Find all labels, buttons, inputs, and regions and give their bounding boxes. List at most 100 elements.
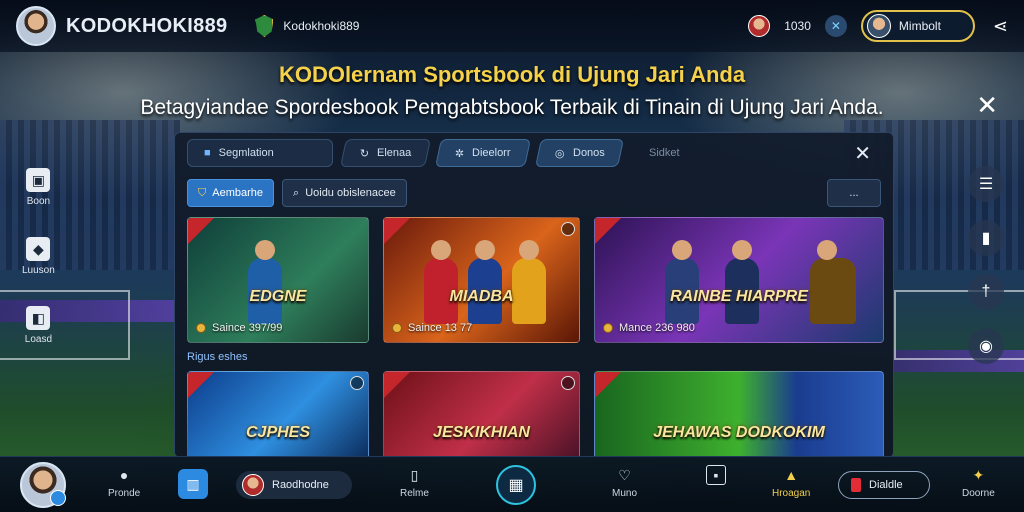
pill-avatar-icon: [242, 474, 264, 496]
phone-icon: ▯: [410, 466, 419, 483]
bottom-item-hroagan[interactable]: ▲ Hroagan: [772, 465, 810, 499]
user-name: Mimbolt: [898, 19, 941, 33]
menu-grid-button[interactable]: ▦: [496, 465, 536, 505]
page-subtitle: Betagyiandae Spordesbook Pemgabtsbook Te…: [140, 96, 884, 119]
deposit-label: Dialdle: [869, 479, 903, 491]
filter-label: Aembarhe: [212, 187, 264, 199]
user-profile-button[interactable]: Mimbolt: [860, 10, 975, 42]
game-card[interactable]: CJPHES: [187, 371, 369, 457]
tab-sidket[interactable]: Sidket: [629, 139, 700, 167]
close-icon[interactable]: ✕: [976, 90, 998, 121]
page-title: KODOlernam Sportsbook di Ujung Jari Anda: [278, 62, 746, 87]
coin-icon: [196, 323, 206, 333]
bottom-nav: ● Pronde ▥ Raodhodne ▯ Relme ▦ ♡ Muno ▪ …: [0, 456, 1024, 512]
panel-tabs: ■ Segmlation ↻ Elenaa ✲ Dieelorr ◎ Donos…: [175, 133, 893, 173]
game-title: JESKIKHIAN: [433, 424, 530, 441]
bottom-item-muno[interactable]: ♡ Muno: [612, 465, 638, 500]
hot-badge-icon: [188, 218, 214, 244]
refresh-icon: ↻: [360, 147, 370, 160]
more-icon: ...: [849, 187, 859, 199]
game-title: JEHAWAS DODKOKIM: [653, 424, 825, 441]
grid-icon: ▦: [508, 477, 524, 494]
hot-badge-icon: [384, 218, 410, 244]
side-item-label: Luuson: [22, 265, 55, 276]
top-bar: KODOKHOKI889 Kodokhoki889 1030 ✕ Mimbolt…: [0, 0, 1024, 52]
goal-right: [894, 290, 1024, 360]
game-title: MIADBA: [449, 288, 514, 305]
bottom-item-label: Muno: [612, 488, 638, 499]
hot-badge-icon: [384, 372, 410, 398]
gear-icon: ✲: [455, 147, 465, 160]
section-label: Rigus eshes: [187, 351, 248, 363]
hot-badge-icon: [595, 372, 621, 398]
puzzle-icon: ◆: [26, 237, 51, 261]
game-title: EDGNE: [249, 288, 307, 305]
bottom-user-pill[interactable]: Raodhodne: [236, 471, 352, 499]
bottom-item-box[interactable]: ▪: [706, 465, 726, 488]
bottom-item-relme[interactable]: ▯ Relme: [400, 465, 429, 500]
tab-label: Donos: [572, 147, 605, 159]
left-side-nav: ▣ Boon ◆ Luuson ◧ Loasd: [22, 168, 55, 345]
bottom-item-label: Relme: [400, 488, 429, 499]
coin-balance: 1030: [784, 19, 811, 33]
brand-small-title[interactable]: Kodokhoki889: [283, 19, 359, 33]
star-icon: ✦: [972, 466, 985, 483]
cube-icon: ◧: [26, 306, 51, 330]
menu-icon[interactable]: ☰: [968, 166, 1004, 202]
game-card[interactable]: JESKIKHIAN: [383, 371, 580, 457]
share-icon[interactable]: ⋖: [993, 16, 1008, 37]
tab-dieelorr[interactable]: ✲ Dieelorr: [435, 139, 532, 167]
settings-badge-icon: [350, 376, 364, 390]
pin-icon[interactable]: †: [968, 274, 1004, 310]
avatar[interactable]: [16, 6, 56, 46]
bottom-item-profile[interactable]: ● Pronde: [108, 465, 140, 499]
user-avatar-icon: [866, 14, 891, 38]
tab-label: Sidket: [648, 147, 680, 159]
home-button[interactable]: ▥: [178, 469, 208, 499]
search-filter-button[interactable]: ⌕ Uoidu obislenacee: [282, 179, 407, 207]
wallet-icon: [851, 478, 861, 492]
coin-avatar-icon: [748, 15, 771, 37]
game-card[interactable]: JEHAWAS DODKOKIM: [594, 371, 884, 457]
search-icon: ⌕: [293, 186, 300, 199]
tab-segmlation[interactable]: ■ Segmlation: [187, 139, 333, 167]
game-card[interactable]: MIADBA Saince 13 77: [383, 217, 580, 343]
tab-label: Elenaa: [377, 147, 412, 159]
home-icon: ▥: [186, 475, 200, 492]
panel-close-icon[interactable]: ✕: [854, 141, 881, 166]
side-item-label: Boon: [26, 196, 51, 207]
deposit-button[interactable]: Dialdle: [838, 471, 930, 499]
shield-icon: ⛉: [198, 186, 207, 199]
hot-badge-icon: [595, 218, 621, 244]
coin-icon: [603, 323, 613, 333]
game-title: RAINBE HIARPRE: [670, 288, 808, 305]
hot-badge-icon: [188, 372, 214, 398]
game-meta: Mance 236 980: [603, 322, 695, 334]
cube-icon: ■: [204, 147, 211, 159]
game-grid: EDGNE Saince 397/99 MIADBA Saince 13 77 …: [175, 213, 893, 457]
tab-donos[interactable]: ◎ Donos: [535, 139, 625, 167]
game-card[interactable]: RAINBE HIARPRE Mance 236 980: [594, 217, 884, 343]
tab-elenaa[interactable]: ↻ Elenaa: [340, 139, 432, 167]
profile-avatar[interactable]: [20, 461, 66, 508]
bottom-item-label: Doorne: [962, 488, 995, 499]
heart-icon: ♡: [618, 466, 631, 483]
tab-label: Segmlation: [218, 147, 274, 159]
game-meta: Saince 397/99: [196, 322, 282, 334]
brand-title: KODOKHOKI889: [66, 14, 228, 37]
box-icon: ▣: [26, 168, 51, 192]
side-item-boon[interactable]: ▣ Boon: [26, 168, 51, 207]
filter-primary-button[interactable]: ⛉ Aembarhe: [187, 179, 275, 207]
side-item-luuson[interactable]: ◆ Luuson: [22, 237, 55, 276]
ticket-icon[interactable]: ✕: [824, 15, 847, 37]
game-meta-text: Saince 397/99: [212, 322, 283, 334]
coin-icon: [392, 323, 402, 333]
bag-icon[interactable]: ▮: [968, 220, 1004, 256]
side-item-loasd[interactable]: ◧ Loasd: [25, 306, 52, 345]
game-meta: Saince 13 77: [392, 322, 472, 334]
location-icon[interactable]: ◉: [968, 328, 1004, 364]
game-card[interactable]: EDGNE Saince 397/99: [187, 217, 369, 343]
bottom-item-doorne[interactable]: ✦ Doorne: [962, 465, 995, 500]
user-icon: ●: [119, 467, 129, 483]
more-options-button[interactable]: ...: [827, 179, 881, 207]
